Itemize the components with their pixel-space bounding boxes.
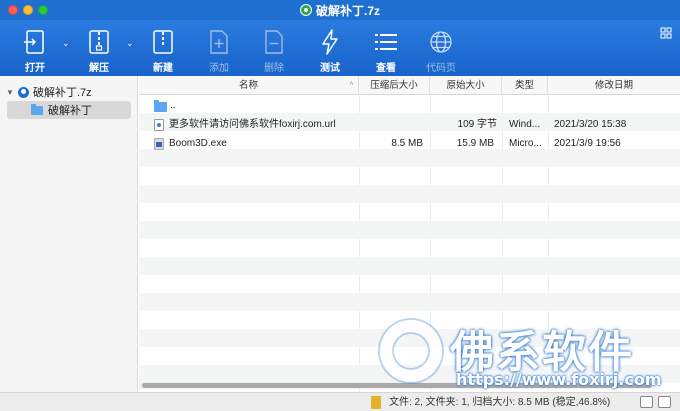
column-header-modified[interactable]: 修改日期 — [548, 76, 680, 95]
toolbar-open-button[interactable]: 打开 — [20, 20, 50, 76]
file-name: 更多软件请访问佛系软件foxirj.com.url — [169, 119, 336, 130]
status-bar: 文件: 2, 文件夹: 1, 归档大小: 8.5 MB (稳定,46.8%) — [0, 392, 680, 411]
file-modified-date: 2021/3/20 15:38 — [554, 119, 627, 130]
toolbar-test-button[interactable]: 测试 — [315, 20, 345, 76]
column-header-type[interactable]: 类型 — [502, 76, 548, 95]
archive-folder-icon — [371, 396, 381, 409]
toolbar-extract-button[interactable]: 解压 — [84, 20, 114, 76]
column-header-original[interactable]: 原始大小 — [430, 76, 502, 95]
column-header-row: 名称 ^ 压缩后大小 原始大小 类型 修改日期 — [139, 76, 680, 95]
url-file-icon — [154, 119, 164, 131]
open-icon — [22, 29, 48, 55]
archive-icon — [18, 86, 29, 98]
column-header-compressed[interactable]: 压缩后大小 — [359, 76, 430, 95]
sidebar-tree: ▼ 破解补丁.7z 破解补丁 — [0, 76, 138, 411]
file-type: Micro... — [509, 138, 542, 149]
tree-root-archive[interactable]: ▼ 破解补丁.7z — [6, 84, 92, 100]
folder-icon — [31, 103, 43, 115]
horizontal-scrollbar[interactable] — [139, 382, 657, 389]
file-list: 名称 ^ 压缩后大小 原始大小 类型 修改日期 .. 更多软件请访问佛系软件fo… — [139, 76, 680, 392]
table-row[interactable]: .. — [139, 97, 680, 115]
disclosure-triangle-icon[interactable]: ▼ — [6, 88, 14, 97]
file-original-size: 109 字节 — [457, 119, 497, 130]
toolbar-delete-button[interactable]: 删除 — [259, 20, 289, 76]
folder-icon — [154, 100, 167, 112]
extract-dropdown-chevron-icon[interactable]: ⌄ — [126, 38, 134, 49]
delete-icon — [261, 29, 287, 55]
view-icon — [373, 29, 399, 55]
table-row[interactable]: 更多软件请访问佛系软件foxirj.com.url 109 字节 Wind...… — [139, 116, 680, 134]
tree-item-label: 破解补丁 — [48, 105, 92, 117]
file-modified-date: 2021/3/9 19:56 — [554, 138, 621, 149]
open-dropdown-chevron-icon[interactable]: ⌄ — [62, 38, 70, 49]
file-compressed-size — [361, 116, 426, 134]
file-name: .. — [170, 100, 176, 111]
window-title: 破解补丁.7z — [315, 3, 380, 18]
toolbar-codepage-button[interactable]: 代码页 — [424, 20, 458, 76]
column-header-name[interactable]: 名称 ^ — [139, 76, 359, 95]
tree-root-label: 破解补丁.7z — [33, 87, 92, 99]
exe-file-icon — [154, 138, 164, 150]
sort-caret-icon: ^ — [349, 82, 353, 89]
toolbar-view-button[interactable]: 查看 — [371, 20, 401, 76]
title-bar: 破解补丁.7z — [0, 0, 680, 20]
status-text: 文件: 2, 文件夹: 1, 归档大小: 8.5 MB (稳定,46.8%) — [389, 397, 611, 408]
new-archive-icon — [150, 29, 176, 55]
layout-grid-icon[interactable] — [660, 27, 672, 39]
list-view-icon[interactable] — [640, 396, 653, 408]
tree-item-folder[interactable]: 破解补丁 — [7, 101, 131, 119]
globe-icon — [428, 29, 454, 55]
file-compressed-size: 8.5 MB — [391, 138, 423, 149]
file-name: Boom3D.exe — [169, 138, 227, 149]
toolbar-new-button[interactable]: 新建 — [148, 20, 178, 76]
extract-icon — [86, 29, 112, 55]
add-icon — [206, 29, 232, 55]
file-type: Wind... — [509, 119, 541, 130]
toolbar-add-button[interactable]: 添加 — [204, 20, 234, 76]
scrollbar-thumb[interactable] — [142, 383, 652, 388]
toolbar: 打开 ⌄ 解压 ⌄ 新建 添加 删除 测试 查看 代码页 — [0, 20, 680, 76]
archive-app-icon — [299, 4, 312, 16]
test-icon — [317, 29, 343, 55]
file-original-size: 15.9 MB — [456, 138, 494, 149]
table-row[interactable]: Boom3D.exe 8.5 MB 15.9 MB Micro... 2021/… — [139, 135, 680, 153]
details-view-icon[interactable] — [658, 396, 671, 408]
